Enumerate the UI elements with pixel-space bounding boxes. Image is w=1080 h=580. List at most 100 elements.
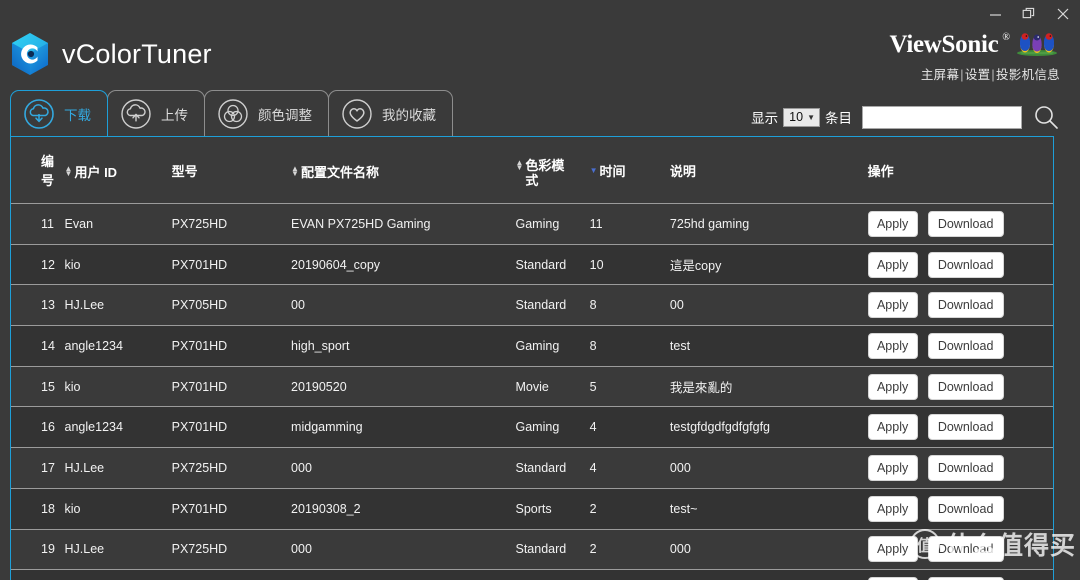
- show-label: 显示: [751, 111, 779, 126]
- table-row[interactable]: 12 kio PX701HD 20190604_copy Standard 10 這是cop…: [11, 244, 1053, 286]
- cell-model: PX701HD: [171, 366, 292, 408]
- cell-description: 000: [669, 529, 868, 571]
- apply-button[interactable]: Apply: [867, 251, 918, 278]
- col-header-id[interactable]: 编号: [11, 137, 65, 204]
- col-header-profile-name-label: 配置文件名称: [300, 164, 379, 180]
- cell-time: 4: [589, 406, 670, 449]
- col-header-description[interactable]: 说明: [669, 137, 868, 204]
- cell-user-id: angle1234: [64, 325, 172, 367]
- cell-profile-name: [291, 569, 516, 580]
- cell-user-id: Evan: [64, 203, 172, 245]
- cell-time: 2: [589, 488, 670, 530]
- col-header-user-id[interactable]: ▲ ▼ 用户 ID: [64, 137, 172, 204]
- col-header-time-label: 时间: [599, 163, 626, 179]
- nav-link-projector-info[interactable]: 投影机信息: [996, 68, 1060, 82]
- col-header-model[interactable]: 型号: [171, 137, 292, 204]
- col-header-profile-name[interactable]: ▲ ▼ 配置文件名称: [291, 137, 516, 204]
- col-header-color-mode[interactable]: ▲ ▼ 色彩模式: [515, 137, 590, 204]
- cell-profile-name: midgamming: [291, 406, 516, 449]
- download-button[interactable]: Download: [927, 495, 1004, 522]
- apply-button[interactable]: Apply: [867, 332, 918, 359]
- cell-description: [669, 569, 868, 580]
- download-button[interactable]: Download: [927, 292, 1004, 319]
- nav-link-settings[interactable]: 设置: [965, 68, 991, 82]
- cell-profile-name: 00: [291, 284, 516, 327]
- sort-both-icon: ▲ ▼: [515, 157, 524, 172]
- cell-profile-name: 20190604_copy: [291, 244, 516, 286]
- restore-icon: [1022, 7, 1035, 19]
- cell-actions: Apply Download: [867, 203, 1053, 245]
- col-header-id-label: 编号: [41, 154, 55, 188]
- nav-link-home[interactable]: 主屏幕: [921, 68, 959, 82]
- tab-download[interactable]: 下载: [10, 90, 108, 136]
- cell-description: 000: [669, 447, 868, 489]
- table-header-row: 编号 ▲ ▼ 用户 ID 型号 ▲ ▼ 配置文件名称 ▲ ▼ 色彩模式 ▼ 时间…: [11, 137, 1053, 204]
- apply-button[interactable]: Apply: [867, 495, 918, 522]
- download-button[interactable]: Download: [927, 332, 1004, 359]
- cell-profile-name: 20190308_2: [291, 488, 516, 530]
- cell-time: 5: [589, 366, 670, 408]
- search-input[interactable]: [862, 105, 1022, 129]
- cloud-upload-icon: [121, 98, 151, 129]
- cell-time: 2: [589, 529, 670, 571]
- col-header-description-label: 说明: [669, 163, 696, 179]
- download-button[interactable]: Download: [927, 414, 1004, 441]
- apply-button[interactable]: Apply: [867, 292, 918, 319]
- tab-upload[interactable]: 上传: [107, 90, 205, 136]
- table-row[interactable]: 17 HJ.Lee PX725HD 000 Standard 4 000 Apply Downl…: [11, 447, 1053, 489]
- close-button[interactable]: [1046, 1, 1080, 27]
- col-header-time[interactable]: ▼ 时间: [589, 137, 670, 204]
- download-button[interactable]: Download: [927, 210, 1004, 237]
- table-row[interactable]: 11 Evan PX725HD EVAN PX725HD Gaming Gaming 11…: [11, 203, 1053, 245]
- vcolortuner-window: vColorTuner ViewSonic ® 主屏幕|设置|投影机信息 下载 …: [0, 0, 1080, 580]
- download-button[interactable]: Download: [927, 454, 1004, 481]
- cloud-download-icon: [24, 98, 54, 129]
- minimize-button[interactable]: [978, 1, 1012, 27]
- table-row[interactable]: 15 kio PX701HD 20190520 Movie 5 我是來亂的 Apply Down…: [11, 366, 1053, 408]
- sort-desc-icon: ▼: [589, 165, 598, 175]
- table-row[interactable]: 16 angle1234 PX701HD midgamming Gaming 4 testg…: [11, 406, 1053, 449]
- apply-button[interactable]: Apply: [867, 414, 918, 441]
- cell-id: 12: [11, 244, 65, 286]
- cell-description: 00: [669, 284, 868, 327]
- cell-color-mode: Gaming: [515, 203, 590, 245]
- main-tabs: 下载 上传 颜色调整 我的收藏: [10, 90, 453, 136]
- cell-user-id: angle1234: [64, 406, 172, 449]
- cell-actions: Apply Download: [867, 529, 1053, 571]
- page-size-select[interactable]: 10 ▼: [783, 107, 820, 127]
- table-row[interactable]: 18 kio PX701HD 20190308_2 Sports 2 test~ Apply D…: [11, 488, 1053, 530]
- download-button[interactable]: Download: [927, 536, 1004, 563]
- cell-actions: Apply Download: [867, 325, 1053, 367]
- cell-description: 725hd gaming: [669, 203, 868, 245]
- download-button[interactable]: Download: [927, 373, 1004, 400]
- search-icon[interactable]: [1032, 103, 1060, 131]
- restore-button[interactable]: [1012, 1, 1046, 27]
- cell-model: PX705HD: [171, 284, 292, 327]
- table-row[interactable]: 14 angle1234 PX701HD high_sport Gaming 8 test A…: [11, 325, 1053, 367]
- cell-model: [171, 569, 292, 580]
- tab-favorites[interactable]: 我的收藏: [328, 90, 453, 136]
- cell-profile-name: high_sport: [291, 325, 516, 367]
- sort-both-icon: ▲ ▼: [291, 164, 299, 179]
- minimize-icon: [989, 13, 1001, 16]
- cell-description: 我是來亂的: [669, 366, 868, 408]
- apply-button[interactable]: Apply: [867, 373, 918, 400]
- table-row[interactable]: ApplyDownload: [11, 569, 1053, 580]
- apply-button[interactable]: Apply: [867, 536, 918, 563]
- cell-user-id: HJ.Lee: [64, 529, 172, 571]
- sort-both-icon: ▲ ▼: [64, 164, 73, 179]
- cell-model: PX725HD: [171, 447, 292, 489]
- table-row[interactable]: 19 HJ.Lee PX725HD 000 Standard 2 000 Apply Downl…: [11, 529, 1053, 571]
- page-size-value: 10: [789, 109, 804, 124]
- cell-model: PX701HD: [171, 488, 292, 530]
- close-icon: [1057, 8, 1069, 20]
- tab-color-adjust[interactable]: 颜色调整: [204, 90, 329, 136]
- tab-favorites-label: 我的收藏: [382, 107, 436, 123]
- color-venn-icon: [218, 98, 248, 129]
- table-row[interactable]: 13 HJ.Lee PX705HD 00 Standard 8 00 Apply Downloa…: [11, 284, 1053, 327]
- cell-time: [589, 569, 670, 580]
- apply-button[interactable]: Apply: [867, 454, 918, 481]
- cell-color-mode: Gaming: [515, 325, 590, 367]
- apply-button[interactable]: Apply: [867, 210, 918, 237]
- download-button[interactable]: Download: [927, 251, 1004, 278]
